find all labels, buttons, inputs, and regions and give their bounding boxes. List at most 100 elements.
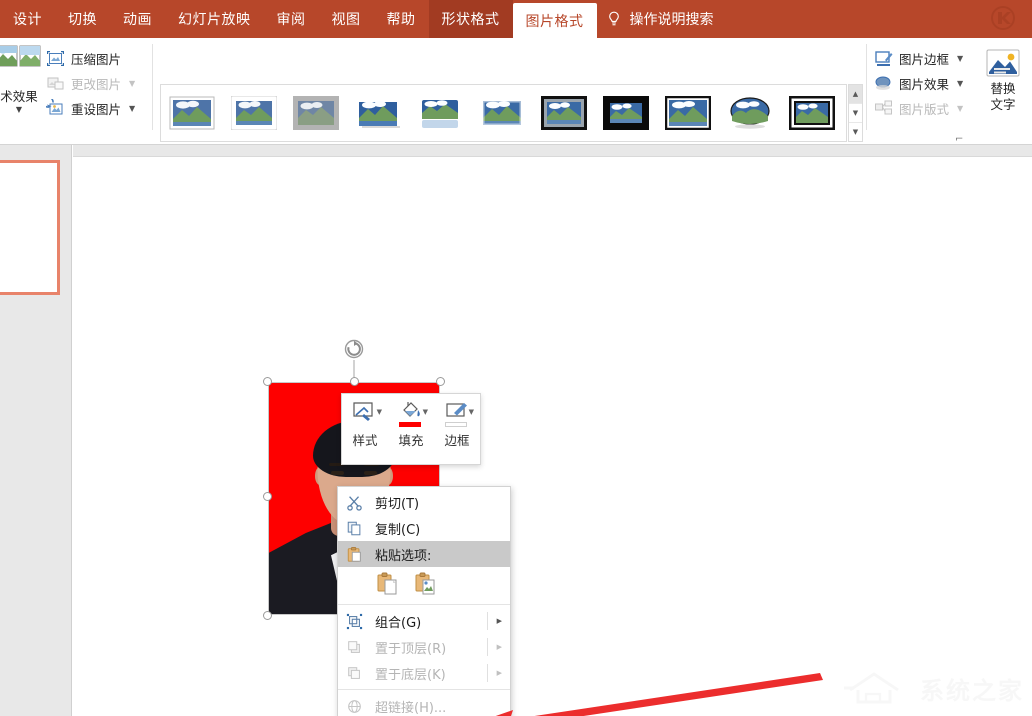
chevron-down-icon[interactable]: ▼ [423,408,428,416]
chevron-down-icon[interactable]: ▼ [957,104,963,113]
alt-text-button[interactable]: 替换 文字 [976,46,1030,112]
change-picture-button[interactable]: 更改图片 ▼ [44,71,156,96]
reset-picture-button[interactable]: 重设图片 ▼ [44,96,156,121]
artistic-effects-button[interactable]: 术效果 ▼ [0,44,50,114]
picture-thumbnail-icon [603,96,649,130]
rotation-handle[interactable] [343,338,365,360]
picture-effects-label: 图片效果 [899,74,949,93]
tab-help[interactable]: 帮助 [374,0,429,38]
reset-picture-icon [46,99,65,118]
gallery-item-soft-edge-rectangle[interactable] [471,90,533,136]
submenu-divider [487,638,488,656]
picture-effects-button[interactable]: 图片效果 ▼ [872,71,970,96]
chevron-down-icon[interactable]: ▼ [469,408,474,416]
tab-picture-format[interactable]: 图片格式 [513,3,597,38]
gallery-item-thick-matte-black[interactable] [595,90,657,136]
context-menu-label: 超链接(H)... [375,697,446,716]
gallery-more-button[interactable]: ▼ [849,123,862,141]
slide-thumbnail-1[interactable] [0,160,60,295]
scissors-icon [345,493,364,512]
gallery-item-compound-frame-black[interactable] [781,90,843,136]
hyperlink-icon [345,697,364,716]
mini-toolbar[interactable]: ▼ 样式 ▼ 填充 [341,393,481,465]
picture-border-button[interactable]: 图片边框 ▼ [872,46,970,71]
context-menu-item-cut[interactable]: 剪切(T) [338,489,510,515]
resize-handle-top-center[interactable] [350,377,359,386]
mini-toolbar-fill-button[interactable]: ▼ 填充 [388,394,434,464]
tab-design[interactable]: 设计 [0,0,55,38]
tab-slideshow[interactable]: 幻灯片放映 [165,0,264,38]
alt-text-icon [985,48,1021,80]
fill-bucket-icon [398,401,424,423]
compress-picture-icon [46,49,65,68]
paste-icon [345,545,364,564]
alt-text-label-line1: 替换 [976,81,1030,96]
chevron-down-icon[interactable]: ▼ [0,106,50,114]
gallery-item-simple-frame-black[interactable] [657,90,719,136]
chevron-down-icon[interactable]: ▼ [957,54,963,63]
picture-border-icon [874,49,893,68]
gallery-scroll-up-button[interactable]: ▲ [849,85,862,104]
tab-animations[interactable]: 动画 [110,0,165,38]
tab-shape-format[interactable]: 形状格式 [429,0,513,38]
tab-label: 动画 [123,9,152,29]
dialog-box-launcher[interactable]: ⌐ [955,134,963,145]
lightbulb-icon [607,11,621,28]
paste-keep-source-formatting-icon[interactable] [376,571,400,597]
resize-handle-top-right[interactable] [436,377,445,386]
paste-picture-icon[interactable] [414,571,438,597]
group-separator [152,44,153,130]
group-icon [345,612,364,631]
compress-picture-button[interactable]: 压缩图片 [44,46,156,71]
gallery-item-rotated-white-oval[interactable] [719,90,781,136]
fill-bucket-icon-wrap: ▼ [395,401,427,427]
gallery-item-beveled-matte-white[interactable] [223,90,285,136]
picture-thumbnail-icon [231,96,277,130]
resize-handle-bottom-left[interactable] [263,611,272,620]
tell-me-label: 操作说明搜索 [630,9,714,29]
paste-options-row[interactable] [338,567,510,601]
gallery-item-double-frame-black[interactable] [533,90,595,136]
gallery-item-simple-frame-white[interactable] [161,90,223,136]
context-menu-item-copy[interactable]: 复制(C) [338,515,510,541]
tab-view[interactable]: 视图 [319,0,374,38]
resize-handle-middle-left[interactable] [263,492,272,501]
gallery-item-metal-frame[interactable] [285,90,347,136]
context-menu-label: 置于底层(K) [375,664,446,683]
tab-label: 视图 [332,9,361,29]
tab-label: 审阅 [277,9,306,29]
slide-editing-area[interactable] [73,145,1032,716]
gallery-item-drop-shadow-rectangle[interactable] [347,90,409,136]
picture-effects-icon [874,74,893,93]
context-menu-item-group[interactable]: 组合(G) [338,608,510,634]
chevron-down-icon[interactable]: ▼ [377,408,382,416]
resize-handle-top-left[interactable] [263,377,272,386]
gallery-scroll-buttons[interactable]: ▲ ▼ ▼ [848,84,863,142]
slide-thumbnail-pane[interactable] [0,145,72,716]
bring-to-front-icon [345,638,364,657]
tab-transitions[interactable]: 切换 [55,0,110,38]
context-menu-label: 组合(G) [375,612,421,631]
mini-toolbar-outline-button[interactable]: ▼ 边框 [434,394,480,464]
tab-label: 幻灯片放映 [178,9,251,29]
chevron-down-icon[interactable]: ▼ [957,79,963,88]
tell-me-search[interactable]: 操作说明搜索 [597,0,724,38]
picture-styles-right-commands: 图片边框 ▼ 图片效果 ▼ 图片版式 ▼ [872,46,970,121]
gallery-scroll-down-button[interactable]: ▼ [849,104,862,123]
context-menu-item-bring-to-front[interactable]: 置于顶层(R) [338,634,510,660]
picture-styles-gallery[interactable] [160,84,847,142]
chevron-down-icon[interactable]: ▼ [129,104,135,113]
reset-picture-label: 重设图片 [71,99,121,118]
alt-text-label-line2: 文字 [976,97,1030,112]
picture-border-label: 图片边框 [899,49,949,68]
picture-layout-button[interactable]: 图片版式 ▼ [872,96,970,121]
gallery-item-reflected-rounded-rectangle[interactable] [409,90,471,136]
menu-separator [338,604,510,605]
chevron-down-icon[interactable]: ▼ [129,79,135,88]
mini-toolbar-style-button[interactable]: ▼ 样式 [342,394,388,464]
tab-review[interactable]: 审阅 [264,0,319,38]
submenu-divider [487,612,488,630]
fill-color-swatch [399,422,421,427]
mini-toolbar-outline-label: 边框 [444,430,469,449]
workspace: ▼ 样式 ▼ 填充 [0,145,1032,716]
